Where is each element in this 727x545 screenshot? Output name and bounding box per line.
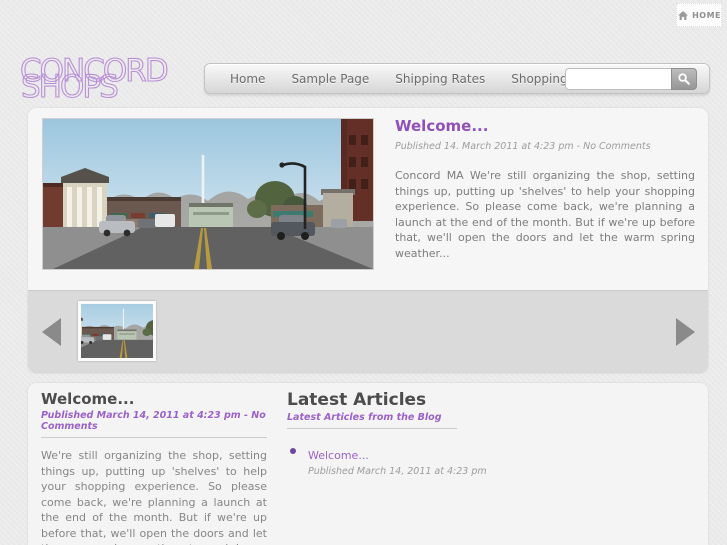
bullet-icon (290, 448, 296, 454)
home-button-label: HOME (692, 10, 721, 20)
nav-item-shipping-rates[interactable]: Shipping Rates (395, 72, 485, 86)
carousel-next-button[interactable] (676, 318, 695, 346)
logo-line-2: shops (20, 69, 119, 105)
article-meta: Published March 14, 2011 at 4:23 pm - No… (41, 410, 267, 438)
featured-title[interactable]: Welcome... (395, 117, 695, 135)
main-nav: Home Sample Page Shipping Rates Shopping… (204, 63, 710, 94)
search-form (565, 68, 697, 90)
featured-excerpt: Concord MA We're still organizing the sh… (395, 169, 695, 260)
content-area: Welcome... Published March 14, 2011 at 4… (28, 383, 708, 545)
latest-articles-list: Welcome... Published March 14, 2011 at 4… (287, 444, 567, 477)
site-logo[interactable]: concord shops (19, 55, 210, 105)
featured-post: Welcome... Published 14. March 2011 at 4… (395, 117, 695, 261)
search-icon (678, 73, 690, 85)
carousel-prev-button[interactable] (42, 318, 61, 346)
list-item: Welcome... Published March 14, 2011 at 4… (287, 444, 567, 477)
article-body: We're still organizing the shop, setting… (41, 449, 267, 545)
carousel-thumbnail[interactable] (78, 301, 156, 361)
street-photo (43, 119, 373, 269)
street-photo-thumbnail (81, 304, 153, 358)
home-button[interactable]: HOME (676, 3, 722, 27)
search-input[interactable] (565, 68, 671, 90)
latest-articles: Latest Articles Latest Articles from the… (287, 390, 567, 477)
article-welcome: Welcome... Published March 14, 2011 at 4… (41, 390, 267, 545)
home-icon (678, 10, 688, 20)
latest-article-link[interactable]: Welcome... (308, 449, 369, 462)
article-title[interactable]: Welcome... (41, 390, 267, 408)
search-button[interactable] (671, 68, 697, 90)
latest-articles-title: Latest Articles (287, 390, 427, 410)
nav-item-sample-page[interactable]: Sample Page (291, 72, 369, 86)
latest-articles-subtitle: Latest Articles from the Blog (287, 412, 457, 429)
latest-article-meta: Published March 14, 2011 at 4:23 pm (308, 466, 487, 477)
nav-item-home[interactable]: Home (230, 72, 265, 86)
featured-meta: Published 14. March 2011 at 4:23 pm - No… (395, 141, 651, 152)
featured-slider: Welcome... Published 14. March 2011 at 4… (28, 108, 708, 290)
thumbnail-carousel (28, 290, 708, 372)
page: HOME concord shops Home Sample Page Ship… (0, 0, 727, 545)
featured-image[interactable] (42, 118, 374, 270)
